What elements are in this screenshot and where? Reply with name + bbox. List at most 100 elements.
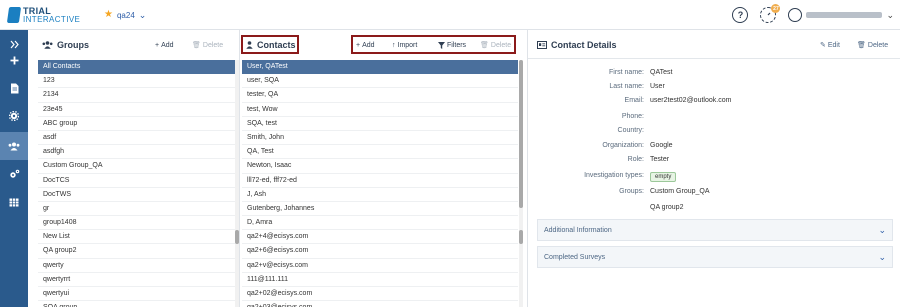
details-title: Contact Details [537,40,617,50]
filter-icon [438,41,445,49]
timer-badge: 27 [771,4,781,13]
detail-label: Groups: [619,188,644,195]
contacts-scrollbar[interactable] [519,60,523,307]
project-selector[interactable]: ★ qa24 ⌄ [104,9,146,21]
delete-group-button[interactable]: 🗑 Delete [192,41,223,50]
group-list-item[interactable]: asdfgh [38,145,235,160]
contact-list-item[interactable]: Newton, Isaac [242,159,518,174]
contact-list-item[interactable]: J, Ash [242,188,518,202]
contact-list-item[interactable]: Smith, John [242,131,518,146]
app-logo[interactable]: TRIAL INTERACTIVE [6,5,88,25]
contact-list-item[interactable]: User, QATest [242,60,518,75]
detail-label: Phone: [621,113,644,120]
settings-icon[interactable] [0,160,28,188]
detail-row: Last name: User [537,83,877,95]
detail-label: First name: [608,69,644,76]
detail-label: Organization: [602,142,644,149]
detail-label: Role: [627,156,644,163]
user-icon [246,41,253,49]
detail-row: Organization: Google [537,142,877,154]
group-list-item[interactable]: 123 [38,74,235,89]
status-badge: empty [650,172,677,182]
contact-list-item[interactable]: tester, QA [242,88,518,103]
add-group-button[interactable]: + Add [155,42,174,49]
trash-icon: 🗑 [480,42,489,49]
contacts-scroll-thumb[interactable] [519,60,523,208]
group-list-item[interactable]: DocTCS [38,174,235,188]
delete-contact-details-button[interactable]: 🗑 Delete [857,41,888,50]
group-list-item[interactable]: Custom Group_QA [38,159,235,174]
contact-list-item[interactable]: qa2+02@ecisys.com [242,287,518,302]
contact-list-item[interactable]: test, Wow [242,103,518,117]
detail-value: QATest [650,69,673,76]
contact-list-item[interactable]: lll72-ed, fff72-ed [242,174,518,188]
chevron-down-icon: ⌄ [886,9,894,20]
users-icon[interactable] [0,132,28,160]
document-icon[interactable] [0,74,28,102]
user-menu[interactable]: ⌄ [788,8,894,22]
detail-value: Tester [650,156,670,163]
accordion-additional-information[interactable]: Additional Information ⌄ [537,219,893,241]
group-list-item[interactable]: DocTWS [38,188,235,202]
edit-contact-button[interactable]: ✎ Edit [820,41,840,50]
contact-list-item[interactable]: Gutenberg, Johannes [242,202,518,217]
detail-row: QA group2 [537,204,877,216]
group-list-item[interactable]: group1408 [38,216,235,231]
detail-value: User [650,83,665,90]
contact-list-item[interactable]: qa2+v@ecisys.com [242,259,518,273]
contact-list-item[interactable]: 111@111.111 [242,273,518,287]
username-redacted [806,12,883,18]
detail-row: Phone: [537,113,877,125]
chevron-down-icon: ⌄ [878,251,886,262]
plus-icon: + [155,41,160,49]
logo-text-line2: INTERACTIVE [23,15,81,24]
group-list-item[interactable]: ABC group [38,117,235,131]
contact-list-item[interactable]: QA, Test [242,145,518,160]
group-list-item[interactable]: SQA group [38,301,235,307]
group-list-item[interactable]: QA group2 [38,244,235,259]
arrow-up-icon: ↑ [392,41,396,49]
group-list-item[interactable]: qwertyrrt [38,273,235,287]
delete-contact-button[interactable]: 🗑 Delete [480,41,511,50]
import-button[interactable]: ↑ Import [392,42,417,49]
detail-row: Groups: Custom Group_QA [537,188,877,200]
group-list-item[interactable]: 2134 [38,88,235,103]
detail-value: Custom Group_QA [650,188,710,195]
help-icon[interactable]: ? [732,7,749,23]
add-contact-button[interactable]: + Add [356,42,375,49]
timer-icon[interactable]: 27 [760,4,781,23]
group-list-item[interactable]: qwerty [38,259,235,273]
detail-label: Email: [624,97,644,104]
contact-list-item[interactable]: SQA, test [242,117,518,131]
group-list-item[interactable]: New List [38,230,235,245]
contact-list-item[interactable]: qa2+03@ecisys.com [242,301,518,307]
contacts-header: Contacts [246,36,296,54]
table-icon[interactable] [0,188,28,216]
detail-row: Role: Tester [537,156,877,168]
gear-icon[interactable] [0,102,28,130]
filters-button[interactable]: Filters [438,41,466,49]
accordion-completed-surveys[interactable]: Completed Surveys ⌄ [537,246,893,268]
contacts-scroll-thumb-lower[interactable] [519,230,523,244]
top-right-controls: ? 27 ⌄ [732,4,894,25]
top-bar: TRIAL INTERACTIVE ★ qa24 ⌄ ? 27 ⌄ [0,0,900,30]
group-list-item[interactable]: All Contacts [38,60,235,75]
contact-list-item[interactable]: qa2+4@ecisys.com [242,230,518,245]
detail-value: empty [650,172,677,182]
detail-value: QA group2 [650,204,684,211]
chevron-down-icon: ⌄ [138,9,147,20]
id-card-icon [537,41,547,49]
group-list-item[interactable]: 23e45 [38,103,235,117]
logo-mark-icon [6,7,22,23]
pencil-icon: ✎ [820,42,826,49]
group-list-item[interactable]: gr [38,202,235,217]
contact-list-item[interactable]: user, SQA [242,74,518,89]
detail-row: Email: user2test02@outlook.com [537,97,877,109]
group-list-item[interactable]: qwertyui [38,287,235,302]
plus-icon[interactable] [0,46,28,74]
contact-list-item[interactable]: qa2+6@ecisys.com [242,244,518,259]
contact-list-item[interactable]: D, Amra [242,216,518,231]
contacts-title: Contacts [246,40,296,50]
group-list-item[interactable]: asdf [38,131,235,146]
star-icon[interactable]: ★ [104,10,113,20]
